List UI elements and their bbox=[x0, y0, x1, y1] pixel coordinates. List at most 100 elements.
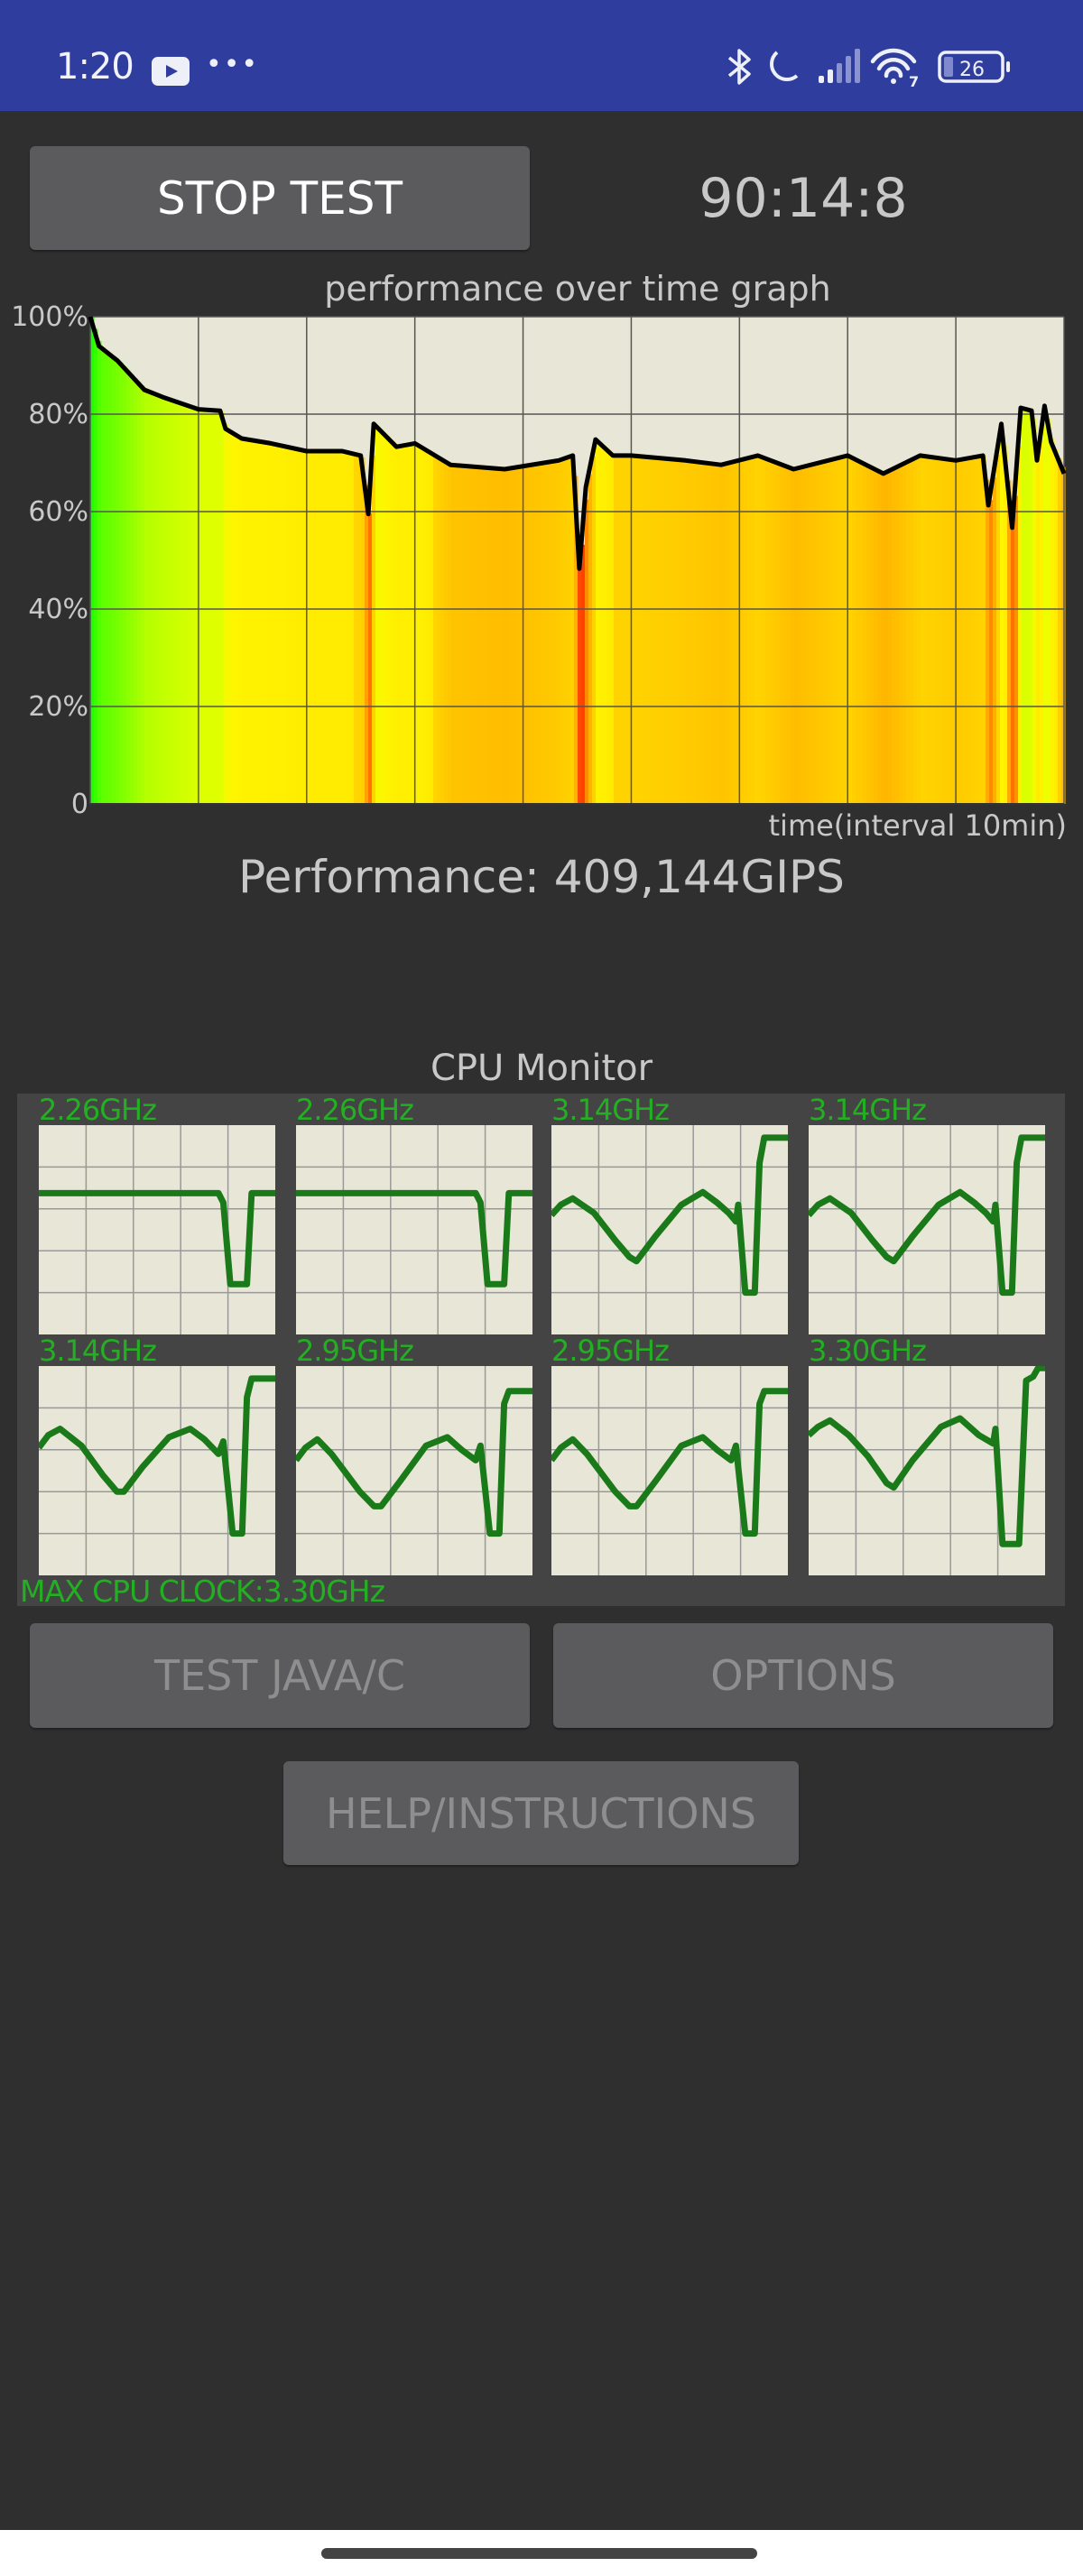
heat-stripe bbox=[491, 467, 495, 804]
test-java-c-button[interactable]: TEST JAVA/C bbox=[30, 1623, 530, 1728]
heat-stripe bbox=[209, 410, 214, 804]
heat-stripe bbox=[484, 467, 488, 804]
heat-stripe bbox=[375, 425, 380, 804]
heat-stripe bbox=[282, 445, 286, 804]
heat-stripe bbox=[379, 429, 384, 804]
y-tick-label: 100% bbox=[11, 301, 88, 333]
heat-stripe bbox=[141, 385, 145, 804]
heat-stripe bbox=[996, 455, 1001, 804]
core-frequency: 2.95GHz bbox=[296, 1334, 414, 1368]
heat-stripe bbox=[397, 447, 402, 804]
heat-stripe bbox=[585, 499, 589, 804]
heat-stripe bbox=[451, 465, 456, 804]
home-gesture-handle[interactable] bbox=[321, 2548, 757, 2559]
core-graph bbox=[551, 1125, 788, 1334]
heat-stripe bbox=[462, 466, 467, 804]
core-graph bbox=[551, 1366, 788, 1575]
heat-stripe bbox=[238, 436, 243, 804]
heat-stripe bbox=[827, 460, 831, 804]
heat-stripe bbox=[173, 401, 178, 804]
heat-stripe bbox=[188, 405, 192, 804]
stop-test-button[interactable]: STOP TEST bbox=[30, 146, 530, 250]
heat-stripe bbox=[906, 462, 911, 804]
heat-stripe bbox=[578, 539, 582, 804]
help-instructions-button[interactable]: HELP/INSTRUCTIONS bbox=[283, 1761, 799, 1865]
heat-stripe bbox=[220, 411, 225, 804]
battery-level: 26 bbox=[959, 59, 985, 81]
heat-stripe bbox=[975, 457, 979, 804]
heat-stripe bbox=[253, 440, 257, 804]
test-timer: 90:14:8 bbox=[699, 167, 908, 230]
core-frequency: 3.30GHz bbox=[809, 1334, 927, 1368]
core-frequency: 3.14GHz bbox=[809, 1093, 927, 1127]
heat-stripe bbox=[408, 444, 412, 804]
heat-stripe bbox=[242, 439, 246, 804]
heat-stripe bbox=[1058, 457, 1062, 804]
heat-stripe bbox=[538, 464, 542, 804]
heat-stripe bbox=[1000, 431, 1004, 804]
system-icons: 7 26 bbox=[727, 48, 1010, 88]
heat-stripe bbox=[729, 462, 734, 804]
heat-stripe bbox=[473, 466, 477, 804]
heat-stripe bbox=[318, 451, 322, 804]
heat-stripe bbox=[527, 465, 532, 804]
heat-stripe bbox=[426, 449, 430, 804]
cpu-monitor-title: CPU Monitor bbox=[430, 1048, 653, 1089]
heat-stripe bbox=[343, 451, 347, 804]
heat-stripe bbox=[159, 395, 163, 804]
heat-stripe bbox=[401, 446, 405, 804]
heat-stripe bbox=[545, 462, 550, 804]
heat-stripe bbox=[523, 466, 528, 804]
heat-stripe bbox=[383, 432, 387, 804]
heat-stripe bbox=[986, 479, 990, 804]
y-axis-ticks: 100% 80% 60% 40% 20% 0 bbox=[11, 301, 88, 820]
heat-stripe bbox=[567, 457, 571, 804]
heat-stripe bbox=[513, 467, 517, 804]
heat-stripe bbox=[94, 328, 98, 804]
core-frequency: 2.26GHz bbox=[296, 1093, 414, 1127]
heat-stripe bbox=[711, 463, 716, 804]
heat-stripe bbox=[206, 410, 210, 804]
heat-stripe bbox=[942, 458, 947, 804]
heat-stripe bbox=[1054, 449, 1059, 804]
heat-stripe bbox=[336, 451, 340, 804]
heat-stripe bbox=[563, 458, 568, 804]
heat-stripe bbox=[946, 458, 950, 804]
wifi-icon: 7 bbox=[870, 48, 919, 88]
heat-stripe bbox=[245, 439, 250, 804]
heat-stripe bbox=[155, 393, 160, 804]
heat-stripe bbox=[776, 462, 781, 804]
heat-stripe bbox=[693, 461, 698, 804]
heat-stripe bbox=[105, 350, 109, 804]
heat-stripe bbox=[664, 458, 669, 804]
heat-stripe bbox=[166, 398, 171, 804]
max-cpu-clock: MAX CPU CLOCK:3.30GHz bbox=[20, 1574, 385, 1609]
heat-stripe bbox=[610, 453, 615, 804]
heat-stripe bbox=[1040, 440, 1044, 804]
heat-stripe bbox=[718, 464, 723, 804]
heat-stripe bbox=[726, 463, 730, 804]
heat-stripe bbox=[415, 443, 420, 804]
heat-stripe bbox=[354, 454, 358, 804]
heat-stripe bbox=[881, 472, 885, 804]
heat-stripe bbox=[231, 431, 236, 804]
heat-stripe bbox=[650, 457, 654, 804]
heat-stripe bbox=[271, 443, 275, 804]
heat-stripe bbox=[931, 457, 936, 804]
heat-stripe bbox=[606, 449, 611, 804]
options-button[interactable]: OPTIONS bbox=[553, 1623, 1053, 1728]
heat-stripe bbox=[657, 457, 662, 804]
performance-graph: 100% 80% 60% 40% 20% 0 bbox=[11, 301, 1067, 820]
heat-stripe bbox=[783, 465, 788, 804]
heat-stripe bbox=[440, 458, 445, 804]
heat-stripe bbox=[1022, 408, 1026, 804]
heat-stripe bbox=[816, 463, 820, 804]
heat-stripe bbox=[285, 446, 290, 804]
heat-stripe bbox=[458, 465, 463, 804]
y-tick-label: 60% bbox=[28, 496, 88, 528]
heat-stripe bbox=[599, 442, 604, 804]
heat-stripe bbox=[347, 452, 351, 804]
heat-stripe bbox=[812, 464, 817, 804]
core-graph bbox=[809, 1366, 1045, 1575]
heat-stripe bbox=[1036, 451, 1041, 804]
